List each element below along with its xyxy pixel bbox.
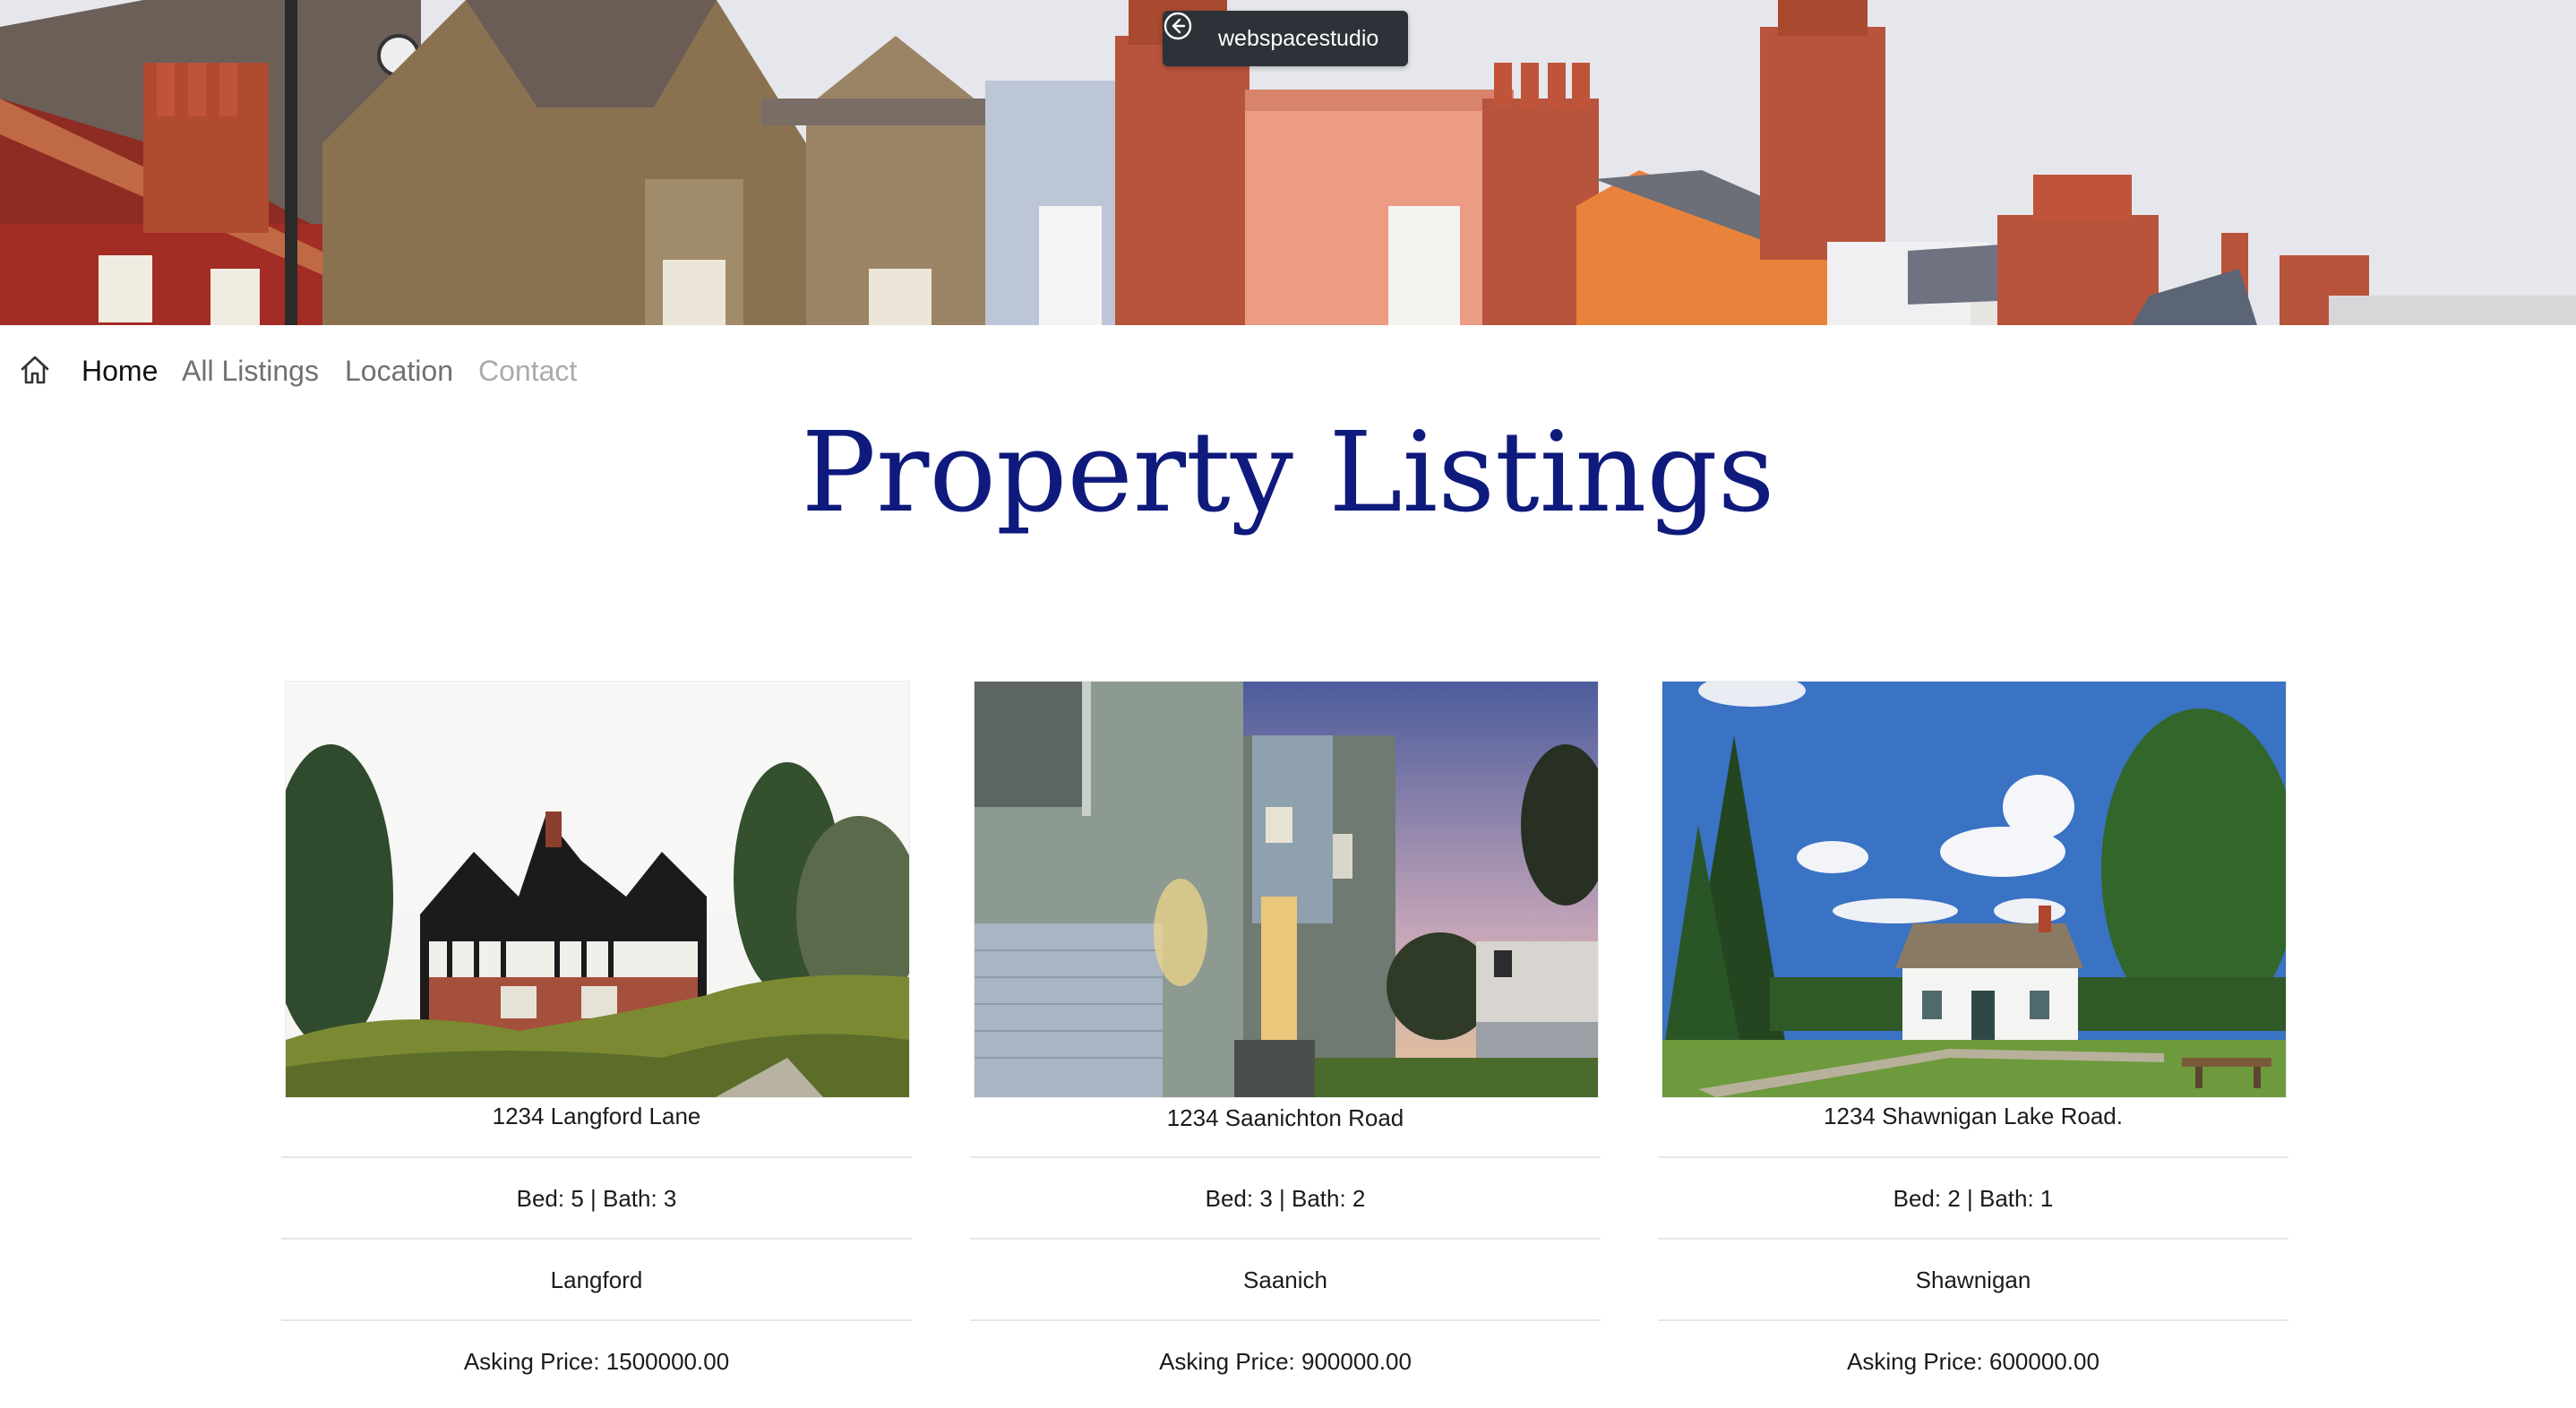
page: webspacestudio Home All Listings Locatio… [0, 0, 2576, 1408]
listing-city: Saanich [1243, 1266, 1327, 1293]
divider [1658, 1238, 2288, 1240]
listing-price: Asking Price: 1500000.00 [463, 1348, 730, 1375]
listing-price: Asking Price: 600000.00 [1847, 1348, 2099, 1375]
listing-beds-baths: Bed: 5 | Bath: 3 [516, 1185, 677, 1212]
listing-beds-baths: Bed: 3 | Bath: 2 [1205, 1185, 1366, 1212]
tudor-house-photo[interactable] [285, 681, 910, 1098]
nav-contact-link[interactable]: Contact [478, 355, 577, 388]
arrow-left-circle-icon [1163, 12, 1211, 54]
main-nav: Home All Listings Location Contact [0, 344, 806, 398]
divider [970, 1238, 1601, 1240]
hero-banner: webspacestudio [0, 0, 2576, 325]
listing-address: 1234 Shawnigan Lake Road. [1824, 1103, 2123, 1129]
home-icon[interactable] [18, 353, 52, 387]
listing-address: 1234 Langford Lane [492, 1103, 701, 1129]
listing-city: Langford [550, 1266, 643, 1293]
divider [281, 1319, 912, 1321]
listing-beds-baths: Bed: 2 | Bath: 1 [1893, 1185, 2054, 1212]
listing-address: 1234 Saanichton Road [1166, 1104, 1404, 1131]
divider [281, 1156, 912, 1158]
listing-price: Asking Price: 900000.00 [1159, 1348, 1412, 1375]
site-badge[interactable]: webspacestudio [1163, 11, 1408, 66]
nav-all-listings-link[interactable]: All Listings [182, 355, 319, 388]
nav-home-link[interactable]: Home [82, 355, 158, 388]
divider [970, 1319, 1601, 1321]
nav-location-link[interactable]: Location [345, 355, 453, 388]
white-cottage-photo[interactable] [1662, 681, 2287, 1098]
modern-house-photo[interactable] [974, 681, 1599, 1098]
page-title: Property Listings [801, 408, 1775, 537]
badge-label: webspacestudio [1218, 25, 1379, 51]
divider [1658, 1156, 2288, 1158]
listing-city: Shawnigan [1915, 1266, 2031, 1293]
divider [970, 1156, 1601, 1158]
divider [281, 1238, 912, 1240]
divider [1658, 1319, 2288, 1321]
